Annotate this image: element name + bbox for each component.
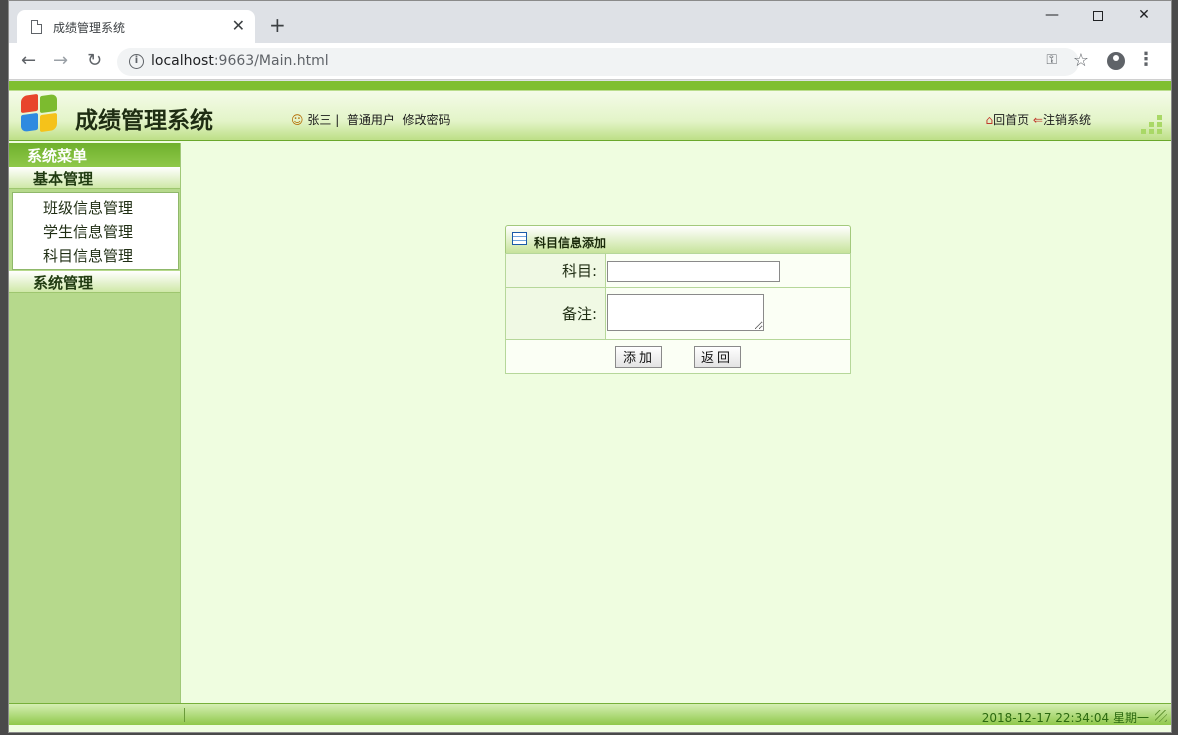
- table-icon: [512, 232, 527, 245]
- add-button[interactable]: 添加: [615, 345, 663, 368]
- user-icon: ☺: [291, 113, 304, 127]
- url-path: :9663/Main.html: [213, 53, 329, 69]
- sidebar-title: 系统菜单: [9, 143, 180, 167]
- app-title: 成绩管理系统: [75, 108, 213, 134]
- change-password-link[interactable]: 修改密码: [403, 113, 451, 127]
- url-text[interactable]: localhost:9663/Main.html: [151, 53, 329, 69]
- remark-label: 备注:: [505, 287, 606, 340]
- new-tab-button[interactable]: +: [269, 13, 286, 37]
- browser-tab[interactable]: 成绩管理系统 ✕: [17, 10, 255, 43]
- sidebar: 系统菜单 基本管理 班级信息管理 学生信息管理 科目信息管理 系统管理: [9, 143, 181, 703]
- decorative-dots: [1141, 115, 1165, 135]
- forward-button[interactable]: →: [53, 50, 68, 71]
- subject-add-form: 科目信息添加 科目: 备注: 添加 返回: [505, 225, 851, 374]
- remark-textarea[interactable]: [607, 294, 764, 331]
- user-separator: |: [335, 113, 340, 127]
- menu-kebab-icon[interactable]: ⋮: [1137, 49, 1155, 70]
- sidebar-item-subject-info[interactable]: 科目信息管理: [13, 243, 178, 267]
- form-header: 科目信息添加: [505, 225, 851, 253]
- page-viewport: 成绩管理系统 ☺ 张三 | 普通用户 修改密码 ⌂回首页 ⇐注销系统 系统菜单 …: [9, 81, 1171, 732]
- app-header: 成绩管理系统 ☺ 张三 | 普通用户 修改密码 ⌂回首页 ⇐注销系统: [9, 81, 1171, 141]
- page-icon: [31, 20, 42, 34]
- button-cell: 添加 返回: [505, 339, 851, 374]
- back-button-form[interactable]: 返回: [693, 345, 741, 368]
- tab-strip: 成绩管理系统 ✕ + — ✕: [9, 1, 1171, 43]
- maximize-icon: [1093, 11, 1103, 21]
- url-host: localhost: [151, 53, 214, 69]
- window-close-button[interactable]: ✕: [1121, 7, 1167, 23]
- address-bar[interactable]: i localhost:9663/Main.html ⚿ ☆: [117, 48, 1089, 76]
- user-info: ☺ 张三 | 普通用户 修改密码: [291, 111, 451, 128]
- back-button[interactable]: ←: [21, 50, 36, 71]
- status-divider: [184, 708, 185, 722]
- minimize-button[interactable]: —: [1029, 7, 1075, 23]
- maximize-button[interactable]: [1075, 7, 1121, 25]
- sidebar-item-class-info[interactable]: 班级信息管理: [13, 195, 178, 219]
- sidebar-group-basic[interactable]: 基本管理: [9, 167, 180, 189]
- subject-label: 科目:: [505, 253, 606, 288]
- home-icon: ⌂: [985, 113, 994, 127]
- subject-cell: [605, 253, 851, 288]
- windows-logo-icon: [21, 93, 61, 135]
- tab-title: 成绩管理系统: [53, 21, 126, 35]
- subject-input[interactable]: [607, 261, 780, 282]
- status-bar: 2018-12-17 22:34:04 星期一: [9, 703, 1171, 725]
- reload-button[interactable]: ↻: [87, 50, 102, 71]
- resize-grip-icon[interactable]: [1155, 710, 1167, 722]
- bookmark-star-icon[interactable]: ☆: [1073, 50, 1089, 71]
- home-link[interactable]: 回首页: [993, 113, 1029, 127]
- logout-link[interactable]: 注销系统: [1043, 113, 1091, 127]
- sidebar-item-student-info[interactable]: 学生信息管理: [13, 219, 178, 243]
- header-links: ⌂回首页 ⇐注销系统: [985, 111, 1091, 128]
- main-content: 科目信息添加 科目: 备注: 添加 返回: [182, 143, 1171, 703]
- remark-cell: [605, 287, 851, 340]
- browser-toolbar: ← → ↻ i localhost:9663/Main.html ⚿ ☆ ⋮: [9, 43, 1171, 80]
- info-icon[interactable]: i: [129, 54, 144, 69]
- tab-close-icon[interactable]: ✕: [232, 16, 245, 35]
- user-role: 普通用户: [346, 113, 395, 127]
- key-icon[interactable]: ⚿: [1046, 52, 1057, 68]
- account-icon[interactable]: [1107, 52, 1125, 70]
- browser-window: 成绩管理系统 ✕ + — ✕ ← → ↻ i localhost:9663/Ma…: [8, 0, 1172, 733]
- form-table: 科目: 备注: 添加 返回: [505, 253, 851, 374]
- logout-icon: ⇐: [1032, 113, 1043, 127]
- sidebar-list-basic: 班级信息管理 学生信息管理 科目信息管理: [12, 192, 179, 270]
- sidebar-group-system[interactable]: 系统管理: [9, 271, 180, 293]
- form-title: 科目信息添加: [534, 236, 607, 250]
- status-datetime: 2018-12-17 22:34:04 星期一: [981, 711, 1149, 725]
- user-name: 张三: [307, 113, 332, 127]
